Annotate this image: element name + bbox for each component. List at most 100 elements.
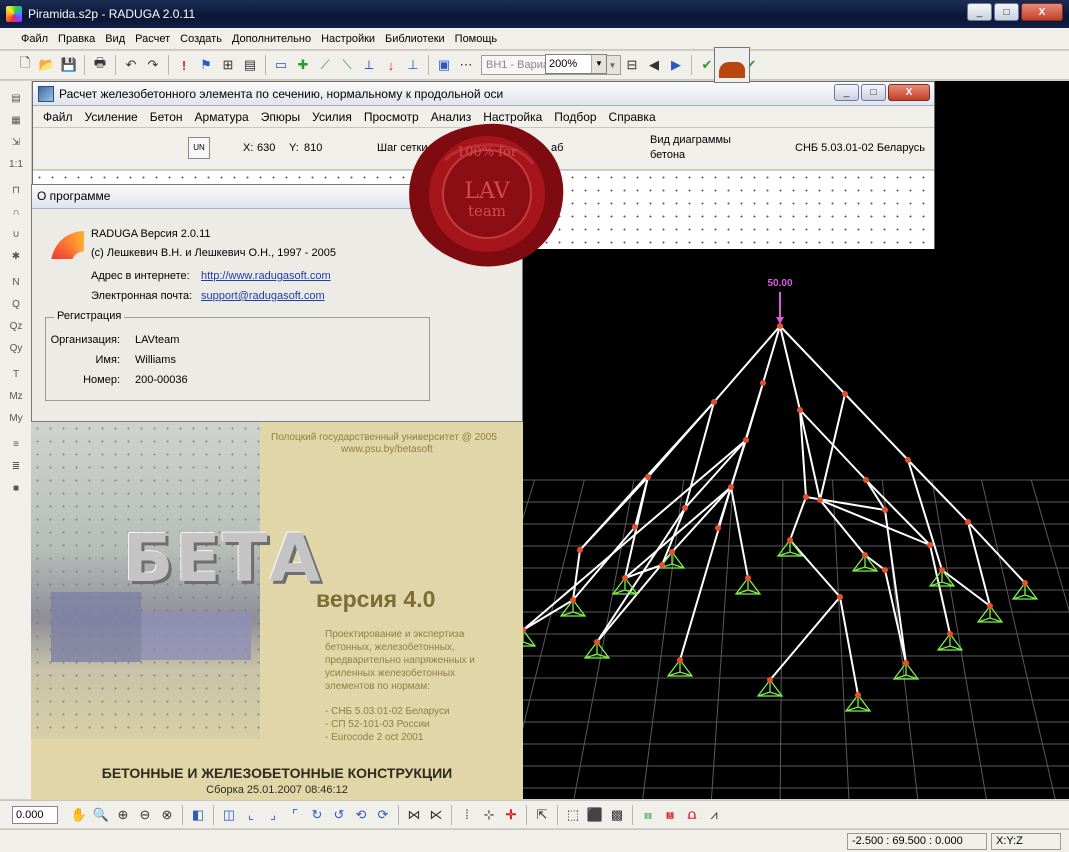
- view-icon[interactable]: ◧: [188, 805, 208, 825]
- menu-extra[interactable]: Дополнительно: [227, 33, 316, 45]
- undo-icon[interactable]: ↶: [121, 55, 141, 75]
- zoom-in-icon[interactable]: ⊕: [113, 805, 133, 825]
- pan-hand-icon[interactable]: ✋: [69, 805, 89, 825]
- chevron-down-icon[interactable]: ▼: [591, 55, 606, 73]
- chart-icon[interactable]: ⊞: [218, 55, 238, 75]
- snap-icon[interactable]: ⊹: [479, 805, 499, 825]
- result-moment-icon[interactable]: ⩍: [682, 805, 702, 825]
- beta-menu-file[interactable]: Файл: [37, 110, 79, 124]
- cursor-icon[interactable]: ✛: [501, 805, 521, 825]
- menu-calc[interactable]: Расчет: [130, 33, 175, 45]
- stop-icon[interactable]: ■: [7, 483, 25, 499]
- beta-maximize-button[interactable]: □: [861, 84, 886, 101]
- property-icon[interactable]: ▤: [7, 93, 25, 109]
- result-support-icon[interactable]: ⩎: [638, 805, 658, 825]
- combine-icon[interactable]: ⊟: [622, 55, 642, 75]
- result-force-icon[interactable]: ⩏: [660, 805, 680, 825]
- window-icon[interactable]: ▭: [271, 55, 291, 75]
- rotate-x-icon[interactable]: ↻: [307, 805, 327, 825]
- force-icon[interactable]: ↓: [381, 55, 401, 75]
- value-input[interactable]: 0.000: [12, 805, 58, 824]
- view-xz-icon[interactable]: ⌟: [263, 805, 283, 825]
- hatch-icon[interactable]: ≣: [7, 461, 25, 477]
- menu-create[interactable]: Создать: [175, 33, 227, 45]
- minimize-button[interactable]: _: [967, 3, 992, 21]
- save-icon[interactable]: 💾: [59, 55, 79, 75]
- menu-edit[interactable]: Правка: [53, 33, 100, 45]
- zoom-select[interactable]: 200% ▼: [545, 54, 607, 74]
- support-icon[interactable]: ⟍: [337, 55, 357, 75]
- scale-icon[interactable]: 1:1: [7, 159, 25, 175]
- view-yz-icon[interactable]: ⌜: [285, 805, 305, 825]
- rotate-z-icon[interactable]: ⟲: [351, 805, 371, 825]
- move-icon[interactable]: ⇲: [7, 137, 25, 153]
- open-folder-icon[interactable]: 📂: [37, 55, 57, 75]
- prev-arrow-icon[interactable]: ◀: [644, 55, 664, 75]
- menu-file[interactable]: Файл: [16, 33, 53, 45]
- email-link[interactable]: support@radugasoft.com: [201, 290, 325, 302]
- beta-menu-strengthening[interactable]: Усиление: [79, 110, 144, 124]
- load-case-edit-icon[interactable]: ⋯: [456, 55, 476, 75]
- my-diagram-icon[interactable]: My: [7, 413, 25, 429]
- t-diagram-icon[interactable]: T: [7, 369, 25, 385]
- pin-icon[interactable]: ✱: [7, 251, 25, 267]
- redo-icon[interactable]: ↷: [143, 55, 163, 75]
- grid-dots-icon[interactable]: ⁞: [457, 805, 477, 825]
- cube-solid-icon[interactable]: ⬛: [585, 805, 605, 825]
- qz-diagram-icon[interactable]: Qz: [7, 321, 25, 337]
- report-icon[interactable]: ▤: [240, 55, 260, 75]
- concrete-diagram-icon[interactable]: [714, 47, 750, 83]
- zoom-icon[interactable]: 🔍: [91, 805, 111, 825]
- view-xy-icon[interactable]: ⌞: [241, 805, 261, 825]
- zoom-out-icon[interactable]: ⊖: [135, 805, 155, 825]
- select-icon[interactable]: ⇱: [532, 805, 552, 825]
- cube-icon[interactable]: ⬚: [563, 805, 583, 825]
- main-title-bar[interactable]: Piramida.s2p - RADUGA 2.0.11 _ □ X: [0, 0, 1069, 28]
- q-diagram-icon[interactable]: Q: [7, 299, 25, 315]
- menu-view[interactable]: Вид: [100, 33, 130, 45]
- result-extra-icon[interactable]: ⩘: [704, 805, 724, 825]
- mz-diagram-icon[interactable]: Mz: [7, 391, 25, 407]
- beta-menu-diagrams[interactable]: Эпюры: [255, 110, 306, 124]
- iso-view-icon[interactable]: ◫: [219, 805, 239, 825]
- print-icon[interactable]: 🖶: [90, 55, 110, 75]
- load-icon[interactable]: ⟂: [359, 55, 379, 75]
- beta-title-bar[interactable]: Расчет железобетонного элемента по сечен…: [33, 82, 934, 106]
- load-case-icon[interactable]: ▣: [434, 55, 454, 75]
- beta-menu-reinforcement[interactable]: Арматура: [189, 110, 255, 124]
- section-icon[interactable]: ⊥: [403, 55, 423, 75]
- frame-member: [730, 486, 749, 579]
- n-diagram-icon[interactable]: N: [7, 277, 25, 293]
- filter-icon[interactable]: ≡: [7, 439, 25, 455]
- beta-menu-concrete[interactable]: Бетон: [144, 110, 189, 124]
- cube-render-icon[interactable]: ▩: [607, 805, 627, 825]
- rotate-y-icon[interactable]: ↺: [329, 805, 349, 825]
- results-icon[interactable]: ⚑: [196, 55, 216, 75]
- menu-settings[interactable]: Настройки: [316, 33, 380, 45]
- edit-list-icon[interactable]: ▦: [7, 115, 25, 131]
- close-button[interactable]: X: [1021, 3, 1063, 21]
- curve-icon[interactable]: ∪: [7, 229, 25, 245]
- bar-icon[interactable]: ⟋: [315, 55, 335, 75]
- undo-button[interactable]: UN: [188, 137, 210, 159]
- menu-help[interactable]: Помощь: [450, 33, 503, 45]
- new-file-icon[interactable]: 🗋: [15, 55, 35, 75]
- beta-close-button[interactable]: X: [888, 84, 930, 101]
- zoom-window-icon[interactable]: ⊗: [157, 805, 177, 825]
- mesh-icon[interactable]: ⋈: [404, 805, 424, 825]
- beta-menu-help[interactable]: Справка: [603, 110, 662, 124]
- calculate-icon[interactable]: !: [174, 55, 194, 75]
- beta-minimize-button[interactable]: _: [834, 84, 859, 101]
- web-link[interactable]: http://www.radugasoft.com: [201, 270, 331, 282]
- load-arrowhead: [776, 317, 784, 324]
- menu-libraries[interactable]: Библиотеки: [380, 33, 450, 45]
- frame-icon[interactable]: ⊓: [7, 185, 25, 201]
- next-arrow-icon[interactable]: ▶: [666, 55, 686, 75]
- node-icon[interactable]: ✚: [293, 55, 313, 75]
- beta-menu-forces[interactable]: Усилия: [306, 110, 358, 124]
- arch-icon[interactable]: ∩: [7, 207, 25, 223]
- mesh-edit-icon[interactable]: ⋉: [426, 805, 446, 825]
- rotate-free-icon[interactable]: ⟳: [373, 805, 393, 825]
- qy-diagram-icon[interactable]: Qy: [7, 343, 25, 359]
- maximize-button[interactable]: □: [994, 3, 1019, 21]
